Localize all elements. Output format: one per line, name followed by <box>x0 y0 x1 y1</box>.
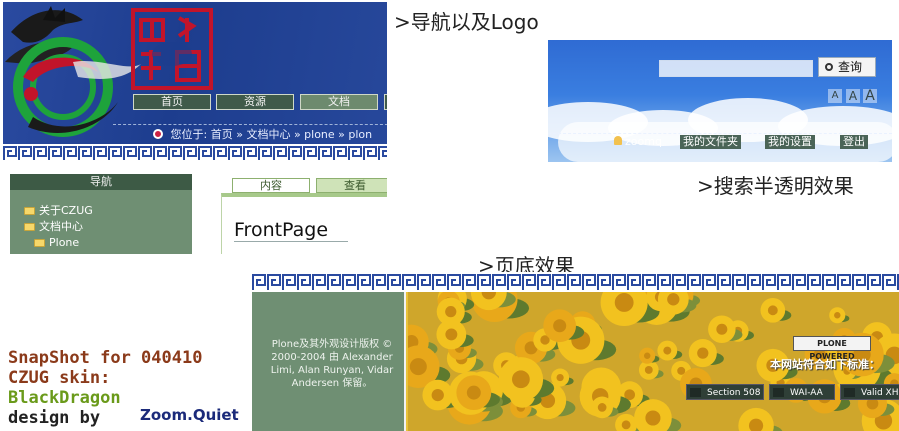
breadcrumb: 您位于: 首页 » 文档中心 » plone » plon <box>113 124 387 142</box>
snapshot-line-4: design by <box>8 408 101 428</box>
nav-tab-home[interactable]: 首页 <box>133 94 211 110</box>
search-icon <box>825 63 833 71</box>
badge-icon <box>690 388 701 397</box>
greek-key-border <box>3 144 387 162</box>
search-button[interactable]: 查询 <box>818 57 876 77</box>
folder-icon <box>34 239 45 247</box>
portlet-title: 导航 <box>10 174 192 190</box>
page-title: FrontPage <box>234 219 349 242</box>
nav-item-plone[interactable]: Plone <box>34 236 79 250</box>
font-size-large[interactable]: A <box>863 89 877 103</box>
nav-tab-overflow[interactable] <box>384 94 387 110</box>
user-icon <box>614 136 622 145</box>
footer-copyright-panel: Plone及其外观设计版权 © 2000-2004 由 Alexander Li… <box>252 292 406 431</box>
snapshot-line-3: BlackDragon <box>8 388 121 408</box>
caption-nav-logo: >导航以及Logo <box>394 10 539 34</box>
folder-icon <box>24 207 35 215</box>
content-area: FrontPage <box>221 193 387 254</box>
plone-powered-badge[interactable]: PLONE POWERED <box>793 336 871 361</box>
author-logo: Zoom.Quiet <box>140 406 239 424</box>
search-screenshot: 查询 A A A zoomq 我的文件夹 我的设置 登出 <box>548 40 892 162</box>
user-link-zoomq[interactable]: zoomq <box>614 135 662 149</box>
standard-badge-valid-xhtml[interactable]: Valid XH <box>840 384 899 400</box>
nav-tab-documents[interactable]: 文档 <box>300 94 378 110</box>
search-input[interactable] <box>659 60 813 77</box>
user-link-my-folder[interactable]: 我的文件夹 <box>680 135 741 149</box>
header-screenshot: 首页 资源 文档 您位于: 首页 » 文档中心 » plone » plon <box>3 2 387 162</box>
standard-badge-wai-aa[interactable]: WAI-AA <box>769 384 835 400</box>
copyright-text: Plone及其外观设计版权 © 2000-2004 由 Alexander Li… <box>270 339 394 389</box>
content-tab-contents[interactable]: 内容 <box>232 178 310 193</box>
badge-icon <box>773 388 784 397</box>
standards-label: 本网站符合如下标准： <box>770 358 880 371</box>
caption-search: >搜索半透明效果 <box>697 174 854 198</box>
user-link-my-settings[interactable]: 我的设置 <box>765 135 815 149</box>
snapshot-line-2: CZUG skin: <box>8 368 111 388</box>
footer-screenshot: Plone及其外观设计版权 © 2000-2004 由 Alexander Li… <box>252 272 899 431</box>
breadcrumb-path[interactable]: 首页 » 文档中心 » plone » plon <box>211 128 372 141</box>
navigation-portlet: 导航 关于CZUG 文档中心 Plone <box>10 174 192 254</box>
greek-key-border <box>252 272 899 292</box>
font-size-medium[interactable]: A <box>846 89 860 103</box>
badge-icon <box>844 388 855 397</box>
folder-icon <box>24 223 35 231</box>
user-link-logout[interactable]: 登出 <box>840 135 868 149</box>
standard-badge-section508[interactable]: Section 508 <box>686 384 764 400</box>
seal-logo-icon <box>131 8 213 90</box>
nav-item-about[interactable]: 关于CZUG <box>24 204 93 218</box>
breadcrumb-icon <box>153 129 163 139</box>
snapshot-line-1: SnapShot for 040410 <box>8 348 203 368</box>
sidebar-content-screenshot: 导航 关于CZUG 文档中心 Plone 内容 查看 FrontPage <box>3 162 387 254</box>
nav-tab-resources[interactable]: 资源 <box>216 94 294 110</box>
nav-item-docs[interactable]: 文档中心 <box>24 220 83 234</box>
content-tab-view[interactable]: 查看 <box>316 178 387 193</box>
font-size-small[interactable]: A <box>828 89 842 103</box>
breadcrumb-label: 您位于: <box>170 128 208 141</box>
